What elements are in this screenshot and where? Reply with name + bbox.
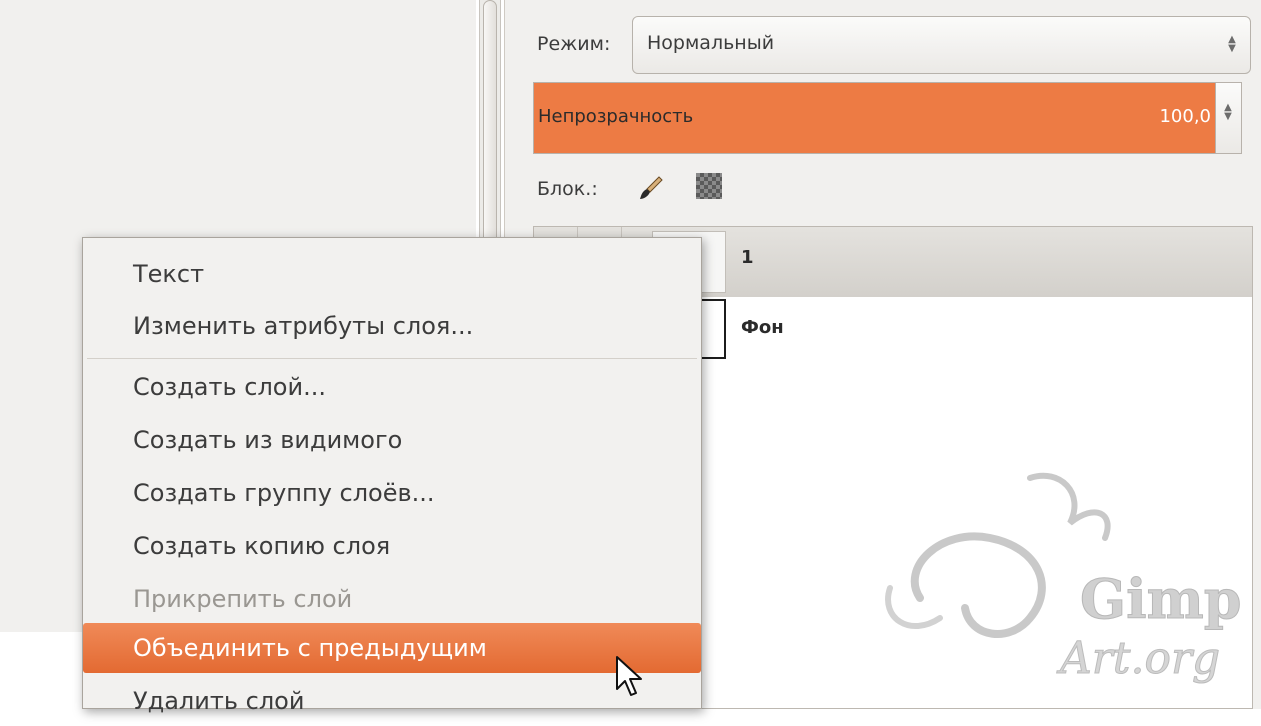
menu-item-merge-down[interactable]: Объединить с предыдущим <box>83 623 701 673</box>
layer-name[interactable]: Фон <box>741 317 784 338</box>
watermark-site-text: Art.org <box>1056 633 1220 684</box>
layer-name[interactable]: 1 <box>741 247 754 268</box>
menu-item-duplicate-layer[interactable]: Создать копию слоя <box>83 521 701 571</box>
opacity-slider[interactable]: Непрозрачность 100,0 <box>533 82 1216 154</box>
opacity-value: 100,0 <box>1159 106 1211 127</box>
mode-value: Нормальный <box>647 32 775 54</box>
mouse-pointer-icon <box>616 656 642 696</box>
menu-item-text[interactable]: Текст <box>83 249 701 299</box>
lock-alpha-checker-icon[interactable] <box>696 173 722 199</box>
menu-item-delete-layer[interactable]: Удалить слой <box>83 676 701 726</box>
menu-item-new-layer[interactable]: Создать слой... <box>83 362 701 412</box>
menu-item-new-from-visible[interactable]: Создать из видимого <box>83 415 701 465</box>
mode-label: Режим: <box>537 33 611 55</box>
menu-separator <box>87 358 697 359</box>
layer-context-menu: Текст Изменить атрибуты слоя... Создать … <box>82 237 702 715</box>
watermark-gimp-text: Gimp <box>1080 567 1240 631</box>
menu-item-edit-layer-attributes[interactable]: Изменить атрибуты слоя... <box>83 301 701 351</box>
lock-label: Блок.: <box>537 178 598 200</box>
mode-combo[interactable]: Нормальный ▲ ▼ <box>632 16 1251 74</box>
gimp-art-watermark-logo: Gimp Art.org <box>885 472 1240 685</box>
menu-item-anchor-layer[interactable]: Прикрепить слой <box>83 574 701 624</box>
opacity-label: Непрозрачность <box>538 106 694 127</box>
spin-arrows-icon: ▲ ▼ <box>1224 102 1232 122</box>
lock-pixels-brush-icon[interactable] <box>637 174 665 202</box>
opacity-spinner[interactable]: ▲ ▼ <box>1216 82 1242 154</box>
combo-arrows-icon: ▲ ▼ <box>1228 34 1236 54</box>
menu-item-new-layer-group[interactable]: Создать группу слоёв... <box>83 468 701 518</box>
